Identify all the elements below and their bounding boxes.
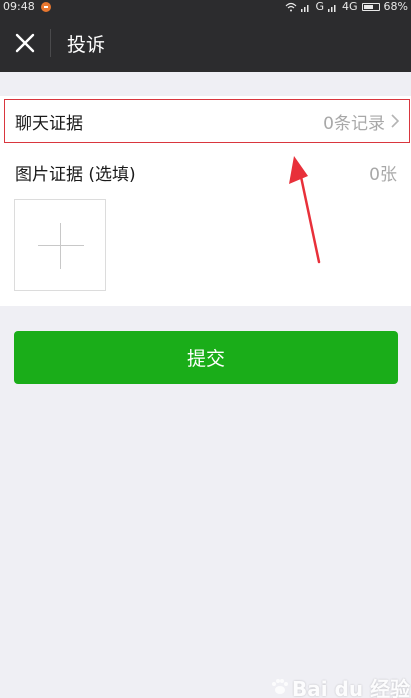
chat-evidence-count: 0条记录 bbox=[323, 113, 385, 134]
image-evidence-count: 0张 bbox=[369, 164, 397, 185]
chat-evidence-label: 聊天证据 bbox=[15, 113, 83, 134]
status-time: 09:48 bbox=[3, 0, 35, 13]
chat-evidence-row[interactable]: 聊天证据 0条记录 bbox=[4, 99, 410, 143]
battery-icon bbox=[361, 3, 380, 11]
watermark: Bai du 经验 bbox=[270, 676, 411, 698]
battery-percent: 68% bbox=[383, 0, 408, 13]
arrow-annotation bbox=[289, 156, 321, 264]
image-evidence-row: 图片证据 (选填) 0张 bbox=[15, 159, 397, 185]
submit-button[interactable]: 提交 bbox=[14, 331, 398, 384]
image-evidence-label: 图片证据 (选填) bbox=[15, 164, 136, 185]
nav-bar: 投诉 bbox=[0, 14, 411, 72]
plus-icon-horizontal bbox=[38, 245, 84, 246]
status-bar: 09:48 G 4G 68% bbox=[0, 0, 411, 14]
plus-icon-vertical bbox=[60, 223, 61, 269]
add-image-button[interactable] bbox=[14, 199, 106, 291]
signal-type-label: G bbox=[315, 0, 325, 13]
nav-divider bbox=[50, 29, 51, 57]
page-title: 投诉 bbox=[67, 33, 106, 56]
wifi-icon bbox=[286, 2, 297, 12]
network-type-label: 4G bbox=[342, 0, 358, 13]
paw-icon bbox=[272, 679, 288, 694]
battery-fill bbox=[363, 5, 374, 9]
evidence-section: 聊天证据 0条记录 图片证据 (选填) 0张 bbox=[0, 96, 411, 306]
signal-icon bbox=[301, 4, 309, 12]
chevron-right-icon bbox=[391, 114, 399, 128]
status-indicators: G 4G 68% bbox=[285, 0, 408, 14]
watermark-text: Bai du 经验 bbox=[292, 676, 411, 698]
close-button[interactable] bbox=[0, 14, 50, 72]
signal-icon-2 bbox=[328, 4, 336, 12]
close-icon bbox=[15, 33, 35, 53]
notification-icon bbox=[40, 2, 51, 12]
